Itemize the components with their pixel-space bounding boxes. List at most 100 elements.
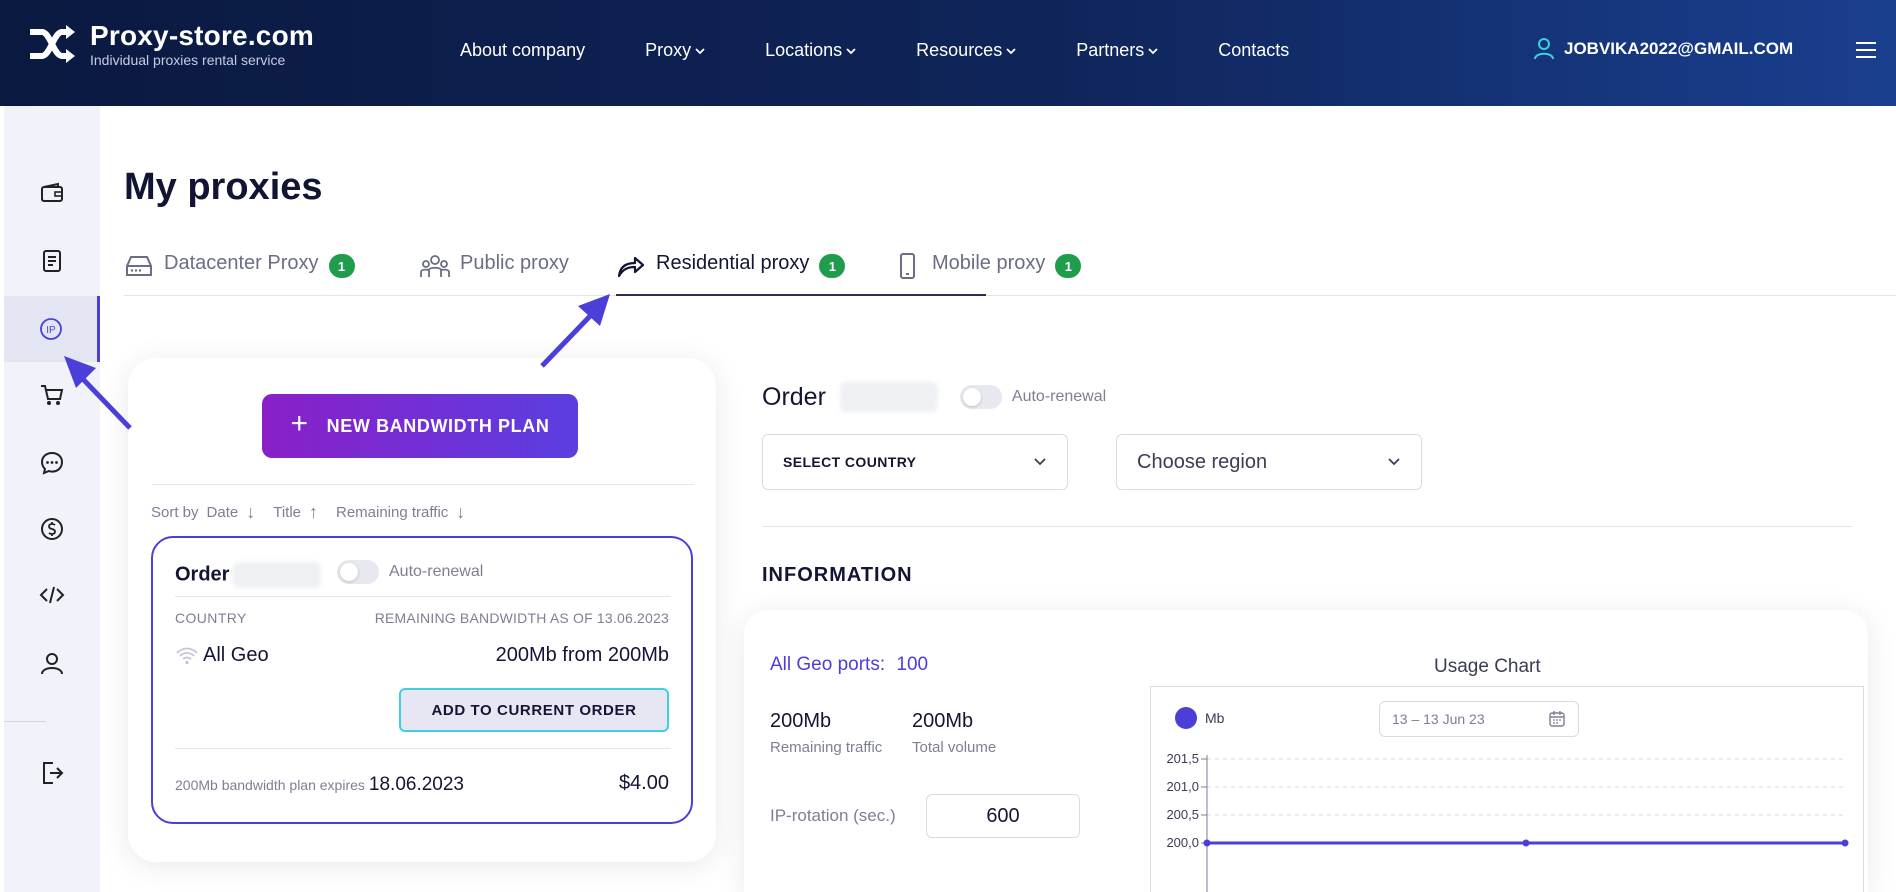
remaining-traffic-value: 200Mb — [770, 710, 832, 732]
order-details-header: Order Auto-renewal — [762, 382, 1106, 412]
select-value: Choose region — [1137, 450, 1268, 473]
chart-legend[interactable]: Mb — [1175, 707, 1224, 729]
tab-mobile-proxy[interactable]: Mobile proxy 1 — [892, 252, 1082, 296]
new-bandwidth-plan-button[interactable]: + NEW BANDWIDTH PLAN — [262, 394, 578, 458]
chevron-down-icon — [846, 47, 856, 54]
sidebar-item-my-proxies[interactable]: IP — [4, 296, 100, 362]
count-badge: 1 — [328, 254, 355, 278]
sort-by-date[interactable]: Date — [207, 504, 239, 521]
server-icon — [126, 256, 152, 276]
nav-locations[interactable]: Locations — [765, 40, 856, 61]
y-tick-label: 201,0 — [1166, 779, 1199, 794]
svg-text:IP: IP — [46, 325, 56, 336]
sidebar-item-orders[interactable] — [4, 228, 100, 294]
chart-title: Usage Chart — [1434, 656, 1541, 677]
sort-label: Sort by — [151, 504, 199, 521]
select-country-dropdown[interactable]: SELECT COUNTRY — [762, 434, 1068, 490]
hamburger-menu-icon[interactable] — [1856, 42, 1876, 60]
country-name: All Geo — [203, 644, 269, 666]
country-column-header: COUNTRY — [175, 610, 247, 626]
choose-region-dropdown[interactable]: Choose region — [1116, 434, 1422, 490]
user-email: JOBVIKA2022@GMAIL.COM — [1564, 39, 1794, 58]
nav-label: Resources — [916, 40, 1003, 60]
add-to-current-order-button[interactable]: ADD TO CURRENT ORDER — [399, 688, 669, 732]
arrow-down-icon[interactable]: ↓ — [246, 502, 255, 523]
shuffle-logo-icon[interactable] — [28, 24, 76, 64]
sidebar-item-wallet[interactable] — [4, 160, 100, 226]
user-icon — [1534, 38, 1554, 60]
button-label: NEW BANDWIDTH PLAN — [326, 415, 550, 436]
bandwidth-plans-panel: + NEW BANDWIDTH PLAN Sort by Date ↓ Title… — [128, 358, 716, 862]
auto-renewal-toggle[interactable] — [959, 385, 1002, 409]
sidebar-item-logout[interactable] — [4, 740, 100, 806]
data-point[interactable] — [1841, 839, 1849, 847]
date-range-picker[interactable]: 13 – 13 Jun 23 — [1379, 701, 1579, 737]
nav-proxy[interactable]: Proxy — [645, 40, 705, 61]
chevron-down-icon — [1148, 47, 1158, 54]
chevron-down-icon — [695, 47, 705, 54]
expiry-label: 200Mb bandwidth plan expires — [175, 777, 365, 793]
geo-ports: All Geo ports: 100 — [770, 654, 928, 676]
ports-label: All Geo ports: — [770, 654, 886, 675]
sort-by-title[interactable]: Title — [273, 504, 301, 521]
legend-swatch — [1175, 707, 1197, 729]
tab-public-proxy[interactable]: Public proxy — [420, 252, 569, 296]
tab-label: Residential proxy — [656, 252, 810, 274]
data-point[interactable] — [1203, 839, 1211, 847]
chevron-down-icon — [1006, 47, 1016, 54]
count-badge: 1 — [819, 254, 846, 278]
arrow-down-icon[interactable]: ↓ — [456, 502, 465, 523]
page-title: My proxies — [124, 166, 323, 208]
total-volume-value: 200Mb — [912, 710, 974, 732]
sidebar-item-support-chat[interactable] — [4, 430, 100, 496]
sidebar-item-cart[interactable] — [4, 362, 100, 428]
arrow-pointing-residential-tab-icon — [540, 294, 610, 368]
total-volume-metric: 200Mb Total volume — [912, 710, 996, 756]
tab-datacenter-proxy[interactable]: Datacenter Proxy 1 — [124, 252, 355, 296]
sort-by-remaining-traffic[interactable]: Remaining traffic — [336, 504, 448, 521]
nav-contacts[interactable]: Contacts — [1218, 40, 1289, 61]
remaining-traffic-label: Remaining traffic — [770, 739, 883, 756]
nav-partners[interactable]: Partners — [1076, 40, 1158, 61]
sidebar-item-profile[interactable] — [4, 630, 100, 696]
sidebar-item-billing[interactable] — [4, 496, 100, 562]
auto-renewal-control: Auto-renewal — [959, 385, 1107, 409]
brand-name[interactable]: Proxy-store.com — [90, 20, 314, 52]
order-label: Order — [762, 382, 826, 411]
divider — [175, 596, 671, 597]
top-header: Proxy-store.com Individual proxies renta… — [0, 0, 1896, 106]
nav-label: About company — [460, 40, 586, 60]
expiry-date: 18.06.2023 — [368, 774, 464, 795]
chat-icon — [40, 451, 64, 475]
order-number-redacted — [233, 562, 322, 588]
y-tick-label: 201,5 — [1166, 751, 1199, 766]
auto-renewal-toggle[interactable] — [337, 560, 379, 584]
arrow-up-icon[interactable]: ↑ — [309, 502, 318, 523]
ip-icon: IP — [39, 318, 62, 340]
tab-label: Datacenter Proxy — [164, 252, 319, 274]
wallet-icon — [41, 182, 63, 202]
code-icon — [39, 586, 65, 604]
sidebar: IP — [4, 106, 100, 892]
count-badge: 1 — [1055, 254, 1082, 278]
user-account-link[interactable]: JOBVIKA2022@GMAIL.COM — [1534, 38, 1793, 60]
sidebar-divider — [4, 721, 46, 722]
plan-expiry: 200Mb bandwidth plan expires 18.06.2023 — [175, 774, 464, 796]
main-nav: About company Proxy Locations Resources … — [460, 40, 1349, 61]
calendar-icon — [1549, 711, 1565, 727]
logout-icon — [43, 762, 64, 784]
nav-resources[interactable]: Resources — [916, 40, 1016, 61]
order-title: Order — [175, 562, 322, 588]
ip-rotation-input[interactable] — [926, 794, 1080, 838]
document-icon — [43, 250, 61, 272]
brand-tagline: Individual proxies rental service — [90, 52, 286, 68]
nav-label: Proxy — [645, 40, 692, 60]
auto-renewal-label: Auto-renewal — [1011, 388, 1107, 405]
nav-about-company[interactable]: About company — [460, 40, 585, 61]
data-point[interactable] — [1522, 839, 1530, 847]
auto-renewal-label: Auto-renewal — [389, 563, 484, 580]
chevron-down-icon — [1388, 458, 1400, 466]
order-card[interactable]: Order Auto-renewal COUNTRY REMAINING BAN… — [151, 536, 693, 824]
sidebar-item-api[interactable] — [4, 562, 100, 628]
divider — [152, 484, 694, 485]
